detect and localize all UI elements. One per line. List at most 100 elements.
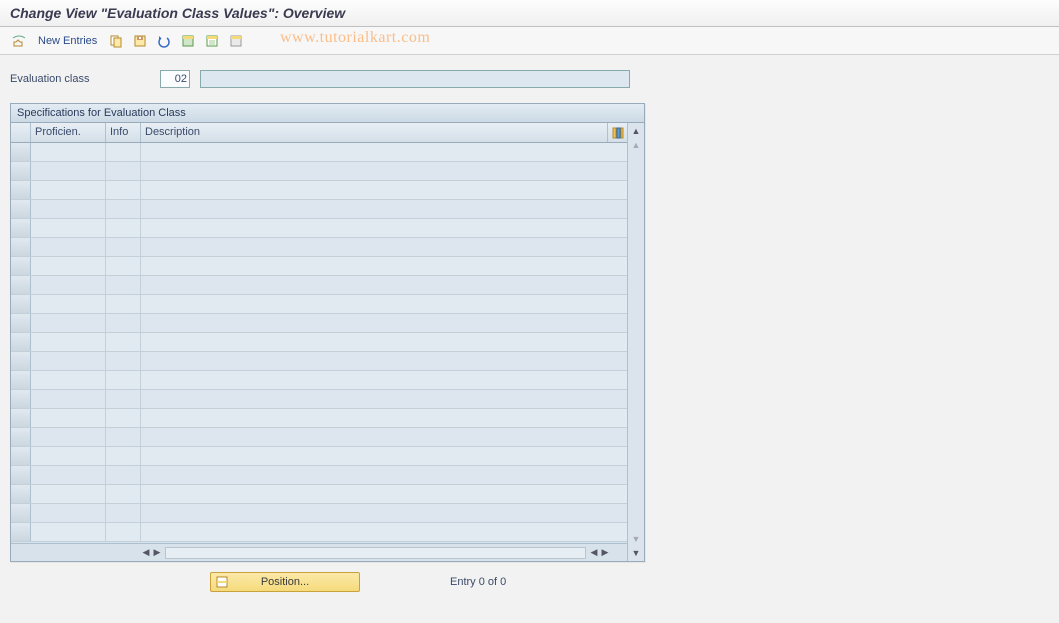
cell-description[interactable]	[141, 238, 627, 256]
row-selector[interactable]	[11, 238, 31, 256]
table-row[interactable]	[11, 257, 627, 276]
table-row[interactable]	[11, 352, 627, 371]
row-selector[interactable]	[11, 181, 31, 199]
table-row[interactable]	[11, 181, 627, 200]
cell-proficiency[interactable]	[31, 447, 106, 465]
cell-proficiency[interactable]	[31, 257, 106, 275]
row-selector[interactable]	[11, 295, 31, 313]
scroll-down-dim-icon[interactable]: ▼	[630, 533, 642, 545]
row-selector[interactable]	[11, 466, 31, 484]
configure-columns-icon[interactable]	[607, 123, 627, 142]
cell-description[interactable]	[141, 181, 627, 199]
cell-description[interactable]	[141, 371, 627, 389]
scroll-down-icon[interactable]: ▼	[630, 547, 642, 559]
undo-icon[interactable]	[155, 32, 173, 50]
table-row[interactable]	[11, 295, 627, 314]
cell-info[interactable]	[106, 485, 141, 503]
select-all-icon[interactable]	[179, 32, 197, 50]
cell-info[interactable]	[106, 276, 141, 294]
cell-description[interactable]	[141, 485, 627, 503]
cell-info[interactable]	[106, 143, 141, 161]
new-entries-button[interactable]: New Entries	[34, 35, 101, 47]
cell-info[interactable]	[106, 428, 141, 446]
table-row[interactable]	[11, 428, 627, 447]
cell-description[interactable]	[141, 257, 627, 275]
cell-description[interactable]	[141, 352, 627, 370]
row-selector[interactable]	[11, 276, 31, 294]
cell-proficiency[interactable]	[31, 276, 106, 294]
table-row[interactable]	[11, 333, 627, 352]
row-selector[interactable]	[11, 143, 31, 161]
row-selector[interactable]	[11, 371, 31, 389]
row-selector[interactable]	[11, 409, 31, 427]
row-selector[interactable]	[11, 257, 31, 275]
horizontal-scrollbar[interactable]: ◀ ▶ ◀ ▶	[11, 543, 627, 561]
cell-info[interactable]	[106, 333, 141, 351]
table-row[interactable]	[11, 485, 627, 504]
scroll-up-icon[interactable]: ▲	[630, 125, 642, 137]
cell-info[interactable]	[106, 181, 141, 199]
scroll-left-inner-icon[interactable]: ◀	[589, 548, 599, 558]
table-row[interactable]	[11, 200, 627, 219]
cell-description[interactable]	[141, 333, 627, 351]
cell-proficiency[interactable]	[31, 390, 106, 408]
save-variant-icon[interactable]	[131, 32, 149, 50]
cell-description[interactable]	[141, 523, 627, 541]
evaluation-class-input[interactable]	[160, 70, 190, 88]
cell-proficiency[interactable]	[31, 485, 106, 503]
table-row[interactable]	[11, 276, 627, 295]
position-button[interactable]: Position...	[210, 572, 360, 592]
cell-description[interactable]	[141, 143, 627, 161]
cell-description[interactable]	[141, 295, 627, 313]
row-selector[interactable]	[11, 485, 31, 503]
row-selector[interactable]	[11, 200, 31, 218]
cell-proficiency[interactable]	[31, 181, 106, 199]
vertical-scrollbar[interactable]: ▲ ▲ ▼ ▼	[627, 123, 644, 561]
cell-info[interactable]	[106, 219, 141, 237]
cell-proficiency[interactable]	[31, 428, 106, 446]
cell-info[interactable]	[106, 504, 141, 522]
cell-info[interactable]	[106, 352, 141, 370]
cell-proficiency[interactable]	[31, 219, 106, 237]
cell-proficiency[interactable]	[31, 523, 106, 541]
table-row[interactable]	[11, 466, 627, 485]
cell-proficiency[interactable]	[31, 295, 106, 313]
evaluation-class-desc-input[interactable]	[200, 70, 630, 88]
cell-description[interactable]	[141, 200, 627, 218]
scroll-right-icon[interactable]: ▶	[600, 548, 610, 558]
cell-proficiency[interactable]	[31, 200, 106, 218]
cell-description[interactable]	[141, 162, 627, 180]
row-selector[interactable]	[11, 314, 31, 332]
row-selector[interactable]	[11, 504, 31, 522]
column-description[interactable]: Description	[141, 123, 607, 142]
cell-proficiency[interactable]	[31, 352, 106, 370]
cell-description[interactable]	[141, 276, 627, 294]
cell-info[interactable]	[106, 257, 141, 275]
table-row[interactable]	[11, 219, 627, 238]
cell-proficiency[interactable]	[31, 162, 106, 180]
cell-description[interactable]	[141, 428, 627, 446]
row-selector[interactable]	[11, 333, 31, 351]
cell-proficiency[interactable]	[31, 504, 106, 522]
cell-proficiency[interactable]	[31, 371, 106, 389]
column-info[interactable]: Info	[106, 123, 141, 142]
table-row[interactable]	[11, 371, 627, 390]
scroll-up-dim-icon[interactable]: ▲	[630, 139, 642, 151]
cell-proficiency[interactable]	[31, 238, 106, 256]
table-row[interactable]	[11, 447, 627, 466]
table-row[interactable]	[11, 409, 627, 428]
cell-description[interactable]	[141, 466, 627, 484]
deselect-all-icon[interactable]	[227, 32, 245, 50]
cell-description[interactable]	[141, 409, 627, 427]
copy-icon[interactable]	[107, 32, 125, 50]
table-row[interactable]	[11, 314, 627, 333]
row-selector[interactable]	[11, 447, 31, 465]
cell-proficiency[interactable]	[31, 314, 106, 332]
row-selector[interactable]	[11, 390, 31, 408]
cell-proficiency[interactable]	[31, 143, 106, 161]
table-row[interactable]	[11, 162, 627, 181]
table-row[interactable]	[11, 523, 627, 542]
hscroll-track[interactable]	[165, 547, 586, 559]
row-selector[interactable]	[11, 162, 31, 180]
cell-info[interactable]	[106, 295, 141, 313]
